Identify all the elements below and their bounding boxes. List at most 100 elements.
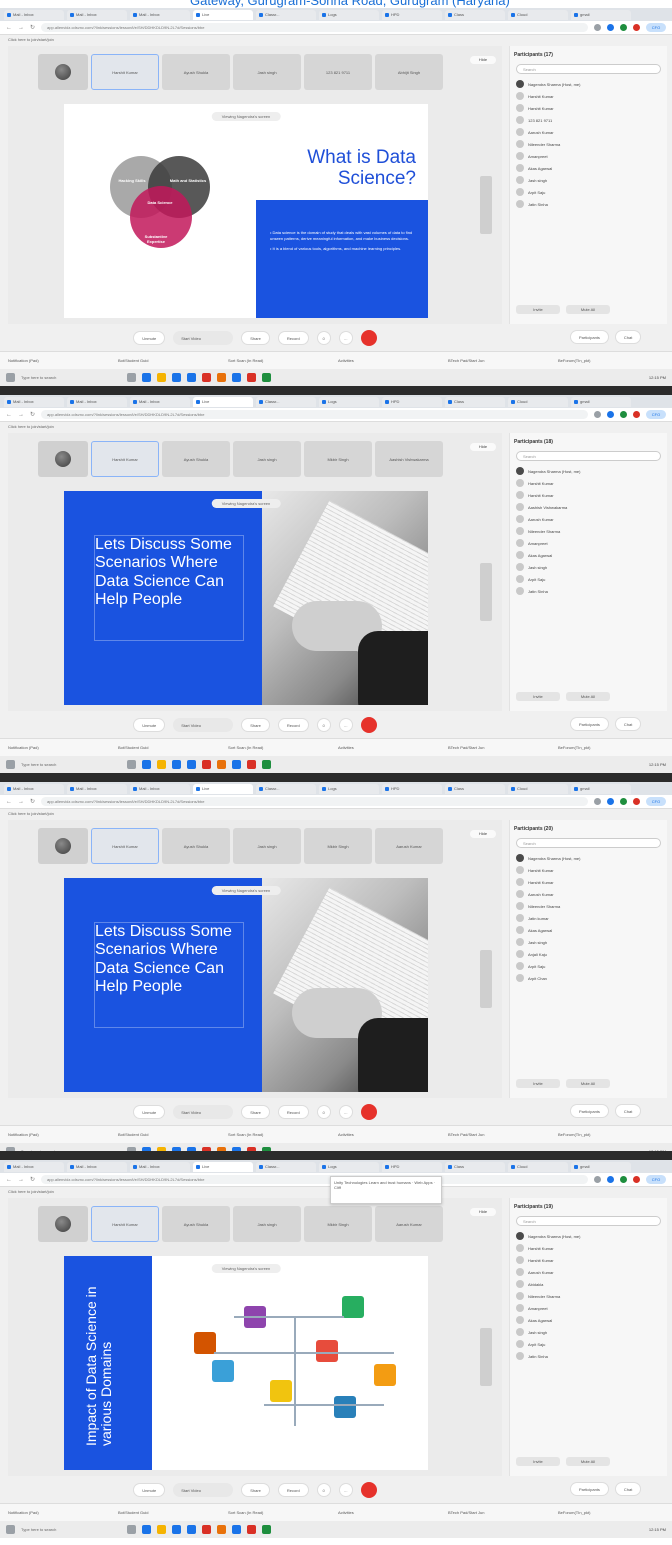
participant-row[interactable]: Harshit Kumar bbox=[510, 477, 667, 489]
bookmark-link[interactable]: Click here to join/start/join bbox=[8, 37, 54, 42]
back-icon[interactable]: ← bbox=[6, 25, 12, 31]
participant-row[interactable]: 123 821 9711 bbox=[510, 114, 667, 126]
browser-tab[interactable]: gmail bbox=[571, 396, 631, 407]
panel-handle[interactable] bbox=[480, 176, 492, 234]
participant-row[interactable]: Arpit Saju bbox=[510, 1338, 667, 1350]
reactions-button[interactable]: ☺ bbox=[316, 718, 331, 732]
reload-icon[interactable]: ↻ bbox=[30, 411, 35, 418]
participant-row[interactable]: Amanpreet bbox=[510, 537, 667, 549]
task-view-icon[interactable] bbox=[127, 760, 136, 769]
app-icon[interactable] bbox=[202, 373, 211, 382]
video-tile[interactable]: Jash singh bbox=[233, 1206, 301, 1242]
browser-tab[interactable]: Classr... bbox=[256, 1161, 316, 1172]
profile-icon[interactable] bbox=[633, 1176, 640, 1183]
video-tile[interactable]: Jash singh bbox=[233, 54, 301, 90]
edge-icon[interactable] bbox=[142, 1525, 151, 1534]
zoom-icon[interactable] bbox=[232, 1525, 241, 1534]
record-button[interactable]: Record bbox=[277, 1483, 309, 1497]
explorer-icon[interactable] bbox=[157, 1525, 166, 1534]
panel-handle[interactable] bbox=[480, 1328, 492, 1386]
participant-row[interactable]: Jash singh bbox=[510, 174, 667, 186]
download-item[interactable]: Sort Scan (In Read) bbox=[228, 745, 334, 750]
invite-button[interactable]: Invite bbox=[516, 1079, 560, 1088]
profile-badge[interactable]: CFO bbox=[646, 797, 666, 806]
reactions-button[interactable]: ☺ bbox=[316, 1483, 331, 1497]
participant-row[interactable]: Akas Agarwal bbox=[510, 924, 667, 936]
video-tile[interactable]: Ayush Shukla bbox=[162, 54, 230, 90]
extension-icon[interactable] bbox=[594, 1176, 601, 1183]
participant-search-input[interactable]: Search bbox=[516, 451, 661, 461]
participants-toggle[interactable]: Participants bbox=[570, 717, 609, 731]
download-item[interactable]: Sort Scan (In Read) bbox=[228, 1132, 334, 1137]
browser-tab[interactable]: Mail - Inbox bbox=[130, 9, 190, 20]
panel-handle[interactable] bbox=[480, 563, 492, 621]
download-item[interactable]: Bot/Student Guid bbox=[118, 745, 224, 750]
browser-tab[interactable]: Mail - Inbox bbox=[130, 783, 190, 794]
url-field[interactable]: app.allenvidz.cdsvnc.com/?link/sessions/… bbox=[41, 23, 588, 32]
url-field[interactable]: app.allenvidz.cdsvnc.com/?link/sessions/… bbox=[41, 410, 588, 419]
download-item[interactable]: Sort Scan (In Read) bbox=[228, 1510, 334, 1515]
back-icon[interactable]: ← bbox=[6, 412, 12, 418]
unmute-button[interactable]: Unmute bbox=[133, 1483, 166, 1497]
store-icon[interactable] bbox=[172, 1525, 181, 1534]
windows-icon[interactable] bbox=[6, 1525, 15, 1534]
participant-row[interactable]: Abidakla bbox=[510, 1278, 667, 1290]
download-item[interactable]: Bot/Student Guid bbox=[118, 358, 224, 363]
extension-icon[interactable] bbox=[620, 1176, 627, 1183]
browser-tab[interactable]: HPD bbox=[382, 396, 442, 407]
app-icon[interactable] bbox=[217, 1525, 226, 1534]
video-tile[interactable]: Harshit Kumar bbox=[91, 441, 159, 477]
participant-row[interactable]: Aarush Kumar bbox=[510, 513, 667, 525]
chat-toggle[interactable]: Chat bbox=[614, 1104, 642, 1118]
video-tile[interactable]: 123 821 9711 bbox=[304, 54, 372, 90]
back-icon[interactable]: ← bbox=[6, 799, 12, 805]
browser-tab[interactable]: Logs bbox=[319, 396, 379, 407]
mail-icon[interactable] bbox=[187, 373, 196, 382]
browser-tab[interactable]: Logs bbox=[319, 1161, 379, 1172]
more-button[interactable]: ... bbox=[338, 1483, 353, 1497]
video-tile[interactable]: Abhijit Singh bbox=[375, 54, 443, 90]
mail-icon[interactable] bbox=[187, 1525, 196, 1534]
browser-tab[interactable]: Mail - Inbox bbox=[4, 1161, 64, 1172]
participant-row[interactable]: Akas Agarwal bbox=[510, 162, 667, 174]
browser-tab[interactable]: Class bbox=[445, 9, 505, 20]
invite-button[interactable]: Invite bbox=[516, 1457, 560, 1466]
invite-button[interactable]: Invite bbox=[516, 305, 560, 314]
task-view-icon[interactable] bbox=[127, 1525, 136, 1534]
participant-row[interactable]: Akas Agarwal bbox=[510, 1314, 667, 1326]
store-icon[interactable] bbox=[172, 760, 181, 769]
participant-search-input[interactable]: Search bbox=[516, 1216, 661, 1226]
app-icon[interactable] bbox=[202, 760, 211, 769]
participant-row[interactable]: Nagendra Sharma (Host, me) bbox=[510, 852, 667, 864]
browser-tab[interactable]: HPD bbox=[382, 783, 442, 794]
participant-row[interactable]: Arpit Saju bbox=[510, 573, 667, 585]
video-tile[interactable]: Aarush Kumar bbox=[375, 1206, 443, 1242]
self-video-tile[interactable] bbox=[38, 441, 88, 477]
download-item[interactable]: Bot/Student Guid bbox=[118, 1132, 224, 1137]
end-call-button[interactable] bbox=[360, 717, 377, 733]
video-tile[interactable]: Aashish Vishwakarma bbox=[375, 441, 443, 477]
browser-tab[interactable]: HPD bbox=[382, 1161, 442, 1172]
reload-icon[interactable]: ↻ bbox=[30, 24, 35, 31]
profile-badge[interactable]: CFO bbox=[646, 23, 666, 32]
browser-tab[interactable]: Class bbox=[445, 1161, 505, 1172]
download-item[interactable]: Activities bbox=[338, 1510, 444, 1515]
participant-row[interactable]: Aarush Kumar bbox=[510, 888, 667, 900]
browser-tab[interactable]: Cloud bbox=[508, 783, 568, 794]
download-item[interactable]: BeForum(TIn_pkt) bbox=[558, 1132, 664, 1137]
download-item[interactable]: BTech Pad/Start Jun bbox=[448, 1132, 554, 1137]
participant-row[interactable]: Akas Agarwal bbox=[510, 549, 667, 561]
end-call-button[interactable] bbox=[360, 1482, 377, 1498]
bookmark-link[interactable]: Click here to join/start/join bbox=[8, 424, 54, 429]
mute-all-button[interactable]: Mute All bbox=[566, 1457, 610, 1466]
participant-row[interactable]: Jatin Sinha bbox=[510, 585, 667, 597]
store-icon[interactable] bbox=[172, 373, 181, 382]
chrome-icon[interactable] bbox=[247, 1525, 256, 1534]
participant-row[interactable]: Harshit Kumar bbox=[510, 489, 667, 501]
app-icon[interactable] bbox=[262, 1525, 271, 1534]
participant-row[interactable]: Amanpreet bbox=[510, 1302, 667, 1314]
download-item[interactable]: Notification (Pad) bbox=[8, 1510, 114, 1515]
extension-icon[interactable] bbox=[620, 411, 627, 418]
download-item[interactable]: Activities bbox=[338, 1132, 444, 1137]
mail-icon[interactable] bbox=[187, 760, 196, 769]
